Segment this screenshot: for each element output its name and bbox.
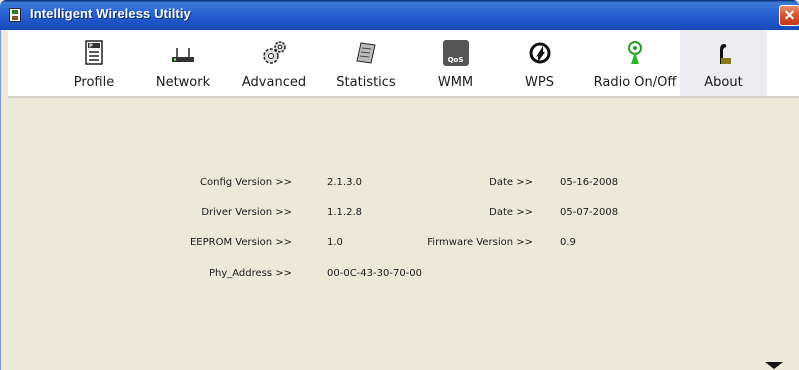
- tab-profile-label: Profile: [73, 75, 115, 90]
- phy-address-label: Phy_Address >>: [208, 268, 292, 279]
- network-icon: [172, 48, 194, 62]
- driver-date-label: Date >>: [489, 207, 533, 218]
- window-left-border: [0, 30, 8, 370]
- close-button[interactable]: ✕: [779, 5, 799, 26]
- chevron-down-icon[interactable]: [765, 362, 783, 369]
- statistics-icon: [356, 42, 376, 64]
- tab-statistics-label: Statistics: [336, 75, 396, 90]
- about-panel: [8, 98, 799, 370]
- tab-advanced-label: Advanced: [241, 75, 307, 90]
- config-date-label: Date >>: [489, 177, 533, 188]
- tab-wps-label: WPS: [525, 75, 554, 90]
- tab-profile[interactable]: P Profile: [70, 30, 118, 96]
- driver-version-label: Driver Version >>: [201, 207, 292, 218]
- config-version-value: 2.1.3.0: [327, 177, 362, 188]
- tab-wmm[interactable]: QoS WMM: [433, 30, 478, 96]
- tab-advanced[interactable]: Advanced: [239, 30, 309, 96]
- tab-about-label: About: [704, 75, 743, 90]
- firmware-version-value: 0.9: [560, 237, 576, 248]
- driver-date-value: 05-07-2008: [560, 207, 619, 218]
- profile-icon: P: [85, 40, 103, 65]
- driver-version-value: 1.1.2.8: [327, 207, 362, 218]
- config-date-value: 05-16-2008: [560, 177, 619, 188]
- eeprom-version-label: EEPROM Version >>: [189, 237, 292, 248]
- tab-wps[interactable]: WPS: [517, 30, 562, 96]
- tab-radio-label: Radio On/Off: [593, 75, 677, 90]
- config-version-label: Config Version >>: [200, 177, 292, 188]
- app-window: Intelligent Wireless Utiltiy ✕ P Profile…: [0, 0, 799, 370]
- eeprom-version-value: 1.0: [327, 237, 343, 248]
- toolbar: P Profile Network Advanced Statistics Qo…: [0, 30, 799, 96]
- app-card-icon: [9, 8, 21, 22]
- tab-network-label: Network: [155, 75, 211, 90]
- phy-address-value: 00-0C-43-30-70-00: [327, 268, 423, 279]
- tab-statistics[interactable]: Statistics: [331, 30, 401, 96]
- close-icon: ✕: [783, 7, 796, 23]
- tab-network[interactable]: Network: [153, 30, 213, 96]
- about-icon: [719, 44, 731, 64]
- window-title: Intelligent Wireless Utiltiy: [30, 6, 191, 21]
- wps-icon: [529, 42, 550, 64]
- svg-text:P: P: [89, 44, 93, 50]
- firmware-version-label: Firmware Version >>: [427, 237, 533, 248]
- tab-about[interactable]: About: [680, 30, 767, 96]
- title-bar[interactable]: Intelligent Wireless Utiltiy ✕: [0, 0, 799, 30]
- tab-wmm-label: WMM: [437, 75, 474, 90]
- wmm-qos-icon: QoS: [442, 40, 469, 66]
- tab-radio-on-off[interactable]: Radio On/Off: [588, 30, 682, 96]
- advanced-icon: [263, 41, 286, 64]
- radio-icon: [628, 41, 642, 64]
